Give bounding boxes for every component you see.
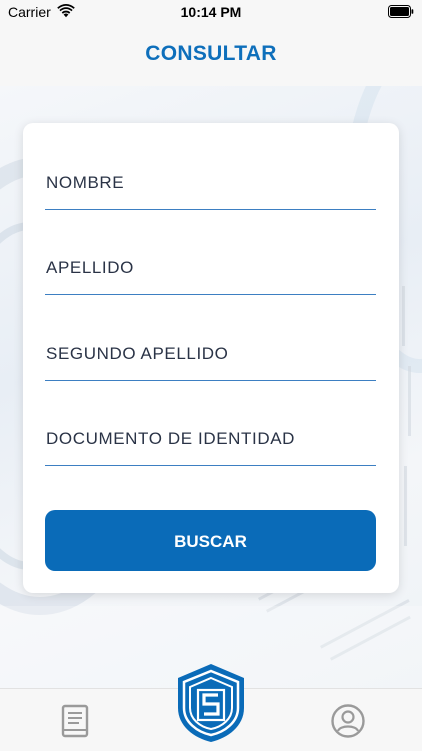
page-title: CONSULTAR xyxy=(145,42,277,65)
search-button[interactable]: BUSCAR xyxy=(45,510,376,571)
user-profile-icon[interactable] xyxy=(328,701,368,741)
documento-identidad-field xyxy=(45,419,376,466)
status-bar: Carrier 10:14 PM xyxy=(0,0,422,24)
nombre-input[interactable] xyxy=(46,163,375,203)
search-form-card: BUSCAR xyxy=(23,123,399,593)
book-icon[interactable] xyxy=(55,701,95,741)
segundo-apellido-field xyxy=(45,334,376,381)
documento-identidad-input[interactable] xyxy=(46,419,375,459)
shield-logo-icon[interactable] xyxy=(176,662,246,744)
segundo-apellido-input[interactable] xyxy=(46,334,375,374)
clock: 10:14 PM xyxy=(180,4,242,20)
apellido-field xyxy=(45,248,376,295)
battery-icon xyxy=(388,5,414,18)
nombre-field xyxy=(45,163,376,210)
navigation-bar: CONSULTAR xyxy=(0,24,422,86)
apellido-input[interactable] xyxy=(46,248,375,288)
